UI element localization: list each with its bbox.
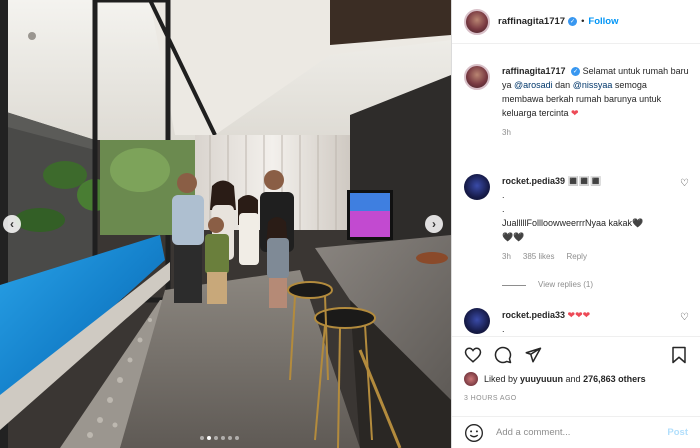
heart-emoji: ❤	[571, 108, 579, 118]
add-comment-bar: Post	[452, 416, 700, 448]
comment-bubble-icon	[494, 346, 512, 363]
liker-username[interactable]: yuuyuuun	[520, 374, 563, 384]
prev-slide-button[interactable]: ‹	[3, 215, 21, 233]
mention-nissyaa[interactable]: @nissyaa	[573, 80, 613, 90]
carousel-dot	[235, 436, 239, 440]
comment-item: rocket.pedia39 🔳🔳🔳 . . JualllllFolllooww…	[464, 174, 689, 292]
comment-username[interactable]: rocket.pedia39	[502, 176, 565, 186]
author-username[interactable]: raffinagita1717	[498, 16, 565, 27]
comment-line-2: .	[502, 190, 505, 200]
comment-line-5: 🖤🖤	[502, 232, 525, 242]
author-avatar[interactable]	[464, 8, 490, 35]
verified-badge-icon: ✓	[571, 67, 581, 77]
comment-avatar[interactable]	[464, 174, 490, 200]
verified-badge-icon: ✓	[568, 17, 578, 26]
share-button[interactable]	[522, 344, 544, 366]
post-header: raffinagita1717 ✓ • Follow	[452, 0, 700, 44]
caption-text: raffinagita1717 ✓ Selamat untuk rumah ba…	[502, 64, 689, 140]
mention-arosadi[interactable]: @arosadi	[514, 80, 553, 90]
comment-like-heart-icon[interactable]: ♡	[680, 178, 689, 189]
comments-list[interactable]: raffinagita1717 ✓ Selamat untuk rumah ba…	[452, 44, 700, 336]
chevron-right-icon: ›	[432, 217, 436, 231]
carousel-dot	[207, 436, 211, 440]
view-replies-label: View replies (1)	[538, 280, 593, 289]
follow-button[interactable]: Follow	[588, 16, 618, 27]
carousel-dot	[228, 436, 232, 440]
carousel-dot	[214, 436, 218, 440]
comment-like-heart-icon[interactable]: ♡	[680, 312, 689, 323]
comment-username[interactable]: rocket.pedia33	[502, 310, 565, 320]
caption-time[interactable]: 3h	[502, 126, 689, 140]
comment-text: rocket.pedia33 ❤❤❤ .	[502, 308, 689, 336]
photo-scene	[0, 0, 451, 448]
comment-line-3: .	[502, 204, 505, 214]
carousel-indicator	[200, 436, 239, 440]
view-replies-line	[502, 284, 526, 286]
comment-likes[interactable]: 385 likes	[523, 250, 555, 264]
reply-button[interactable]: Reply	[566, 250, 586, 264]
likes-mid: and	[563, 374, 584, 384]
comment-line-1: ❤❤❤	[567, 310, 591, 320]
smiley-icon[interactable]	[464, 423, 484, 443]
next-slide-button[interactable]: ›	[425, 215, 443, 233]
likes-summary: Liked by yuuyuuun and 276,863 others	[464, 372, 692, 386]
comment-line-2: .	[502, 324, 505, 334]
like-button[interactable]	[462, 344, 484, 366]
caption-avatar[interactable]	[464, 64, 490, 90]
follow-separator: •	[581, 16, 585, 27]
save-button[interactable]	[668, 344, 690, 366]
post-photo: ‹ ›	[0, 0, 451, 448]
comment-item: rocket.pedia33 ❤❤❤ . ♡	[464, 308, 689, 336]
liker-avatar[interactable]	[464, 372, 478, 386]
carousel-dot	[200, 436, 204, 440]
post-side-panel: raffinagita1717 ✓ • Follow raffinagita17…	[451, 0, 700, 448]
comment-text: rocket.pedia39 🔳🔳🔳 . . JualllllFolllooww…	[502, 174, 689, 292]
comment-time[interactable]: 3h	[502, 250, 511, 264]
comment-button[interactable]	[492, 344, 514, 366]
post-timestamp[interactable]: 3 HOURS AGO	[464, 395, 517, 402]
action-bar	[452, 336, 700, 372]
comment-input[interactable]	[496, 427, 668, 438]
likes-count[interactable]: 276,863 others	[583, 374, 646, 384]
bookmark-icon	[672, 346, 686, 363]
comment-avatar[interactable]	[464, 308, 490, 334]
comment-line-4: JualllllFollloowweerrrNyaa kakak🖤	[502, 218, 644, 228]
comment-line-1: 🔳🔳🔳	[567, 176, 602, 186]
likes-prefix: Liked by	[484, 374, 521, 384]
caption: raffinagita1717 ✓ Selamat untuk rumah ba…	[464, 64, 689, 140]
heart-outline-icon	[464, 346, 482, 363]
carousel-dot	[221, 436, 225, 440]
comment-meta: 3h 385 likes Reply	[502, 250, 689, 264]
paper-plane-icon	[525, 347, 542, 362]
caption-username[interactable]: raffinagita1717	[502, 66, 566, 76]
post-comment-button[interactable]: Post	[667, 427, 688, 438]
caption-part-2: dan	[552, 80, 573, 90]
chevron-left-icon: ‹	[10, 217, 14, 231]
view-replies-button[interactable]: View replies (1)	[502, 278, 689, 292]
